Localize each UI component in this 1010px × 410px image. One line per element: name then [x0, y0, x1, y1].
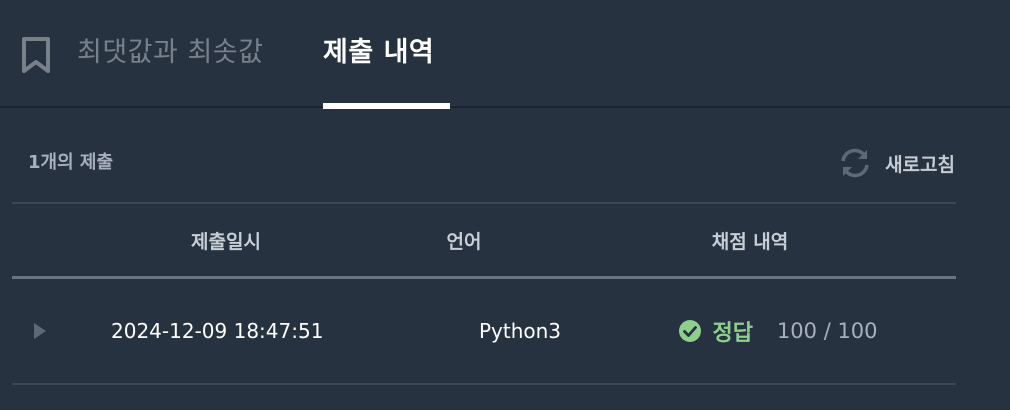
result-cell: 정답 100 / 100 [600, 315, 956, 347]
tab-problem[interactable]: 최댓값과 최솟값 [77, 30, 263, 69]
play-icon [34, 323, 46, 339]
bookmark-icon[interactable] [20, 36, 52, 74]
refresh-label: 새로고침 [885, 153, 955, 176]
refresh-icon [841, 148, 869, 178]
submission-count: 1개의 제출 [28, 152, 114, 173]
tab-submissions[interactable]: 제출 내역 [323, 30, 434, 69]
header-submitted-at: 제출일시 [191, 230, 261, 253]
language: Python3 [478, 319, 562, 343]
header-language: 언어 [446, 230, 482, 253]
result-score: 100 / 100 [776, 319, 878, 343]
table-row[interactable]: 2024-12-09 18:47:51 Python3 정답 100 / 100 [12, 279, 956, 385]
expand-toggle[interactable] [12, 322, 68, 340]
check-circle-icon [679, 320, 702, 342]
submissions-table: 제출일시 언어 채점 내역 2024-12-09 18:47:51 Python… [12, 202, 956, 385]
header-result: 채점 내역 [711, 230, 789, 253]
tab-bar: 최댓값과 최솟값 제출 내역 [0, 0, 1010, 109]
submitted-at: 2024-12-09 18:47:51 [111, 319, 324, 343]
table-header: 제출일시 언어 채점 내역 [12, 204, 956, 279]
result-status: 정답 [712, 321, 753, 346]
refresh-button[interactable]: 새로고침 [837, 146, 955, 180]
tab-active-indicator [323, 103, 450, 109]
